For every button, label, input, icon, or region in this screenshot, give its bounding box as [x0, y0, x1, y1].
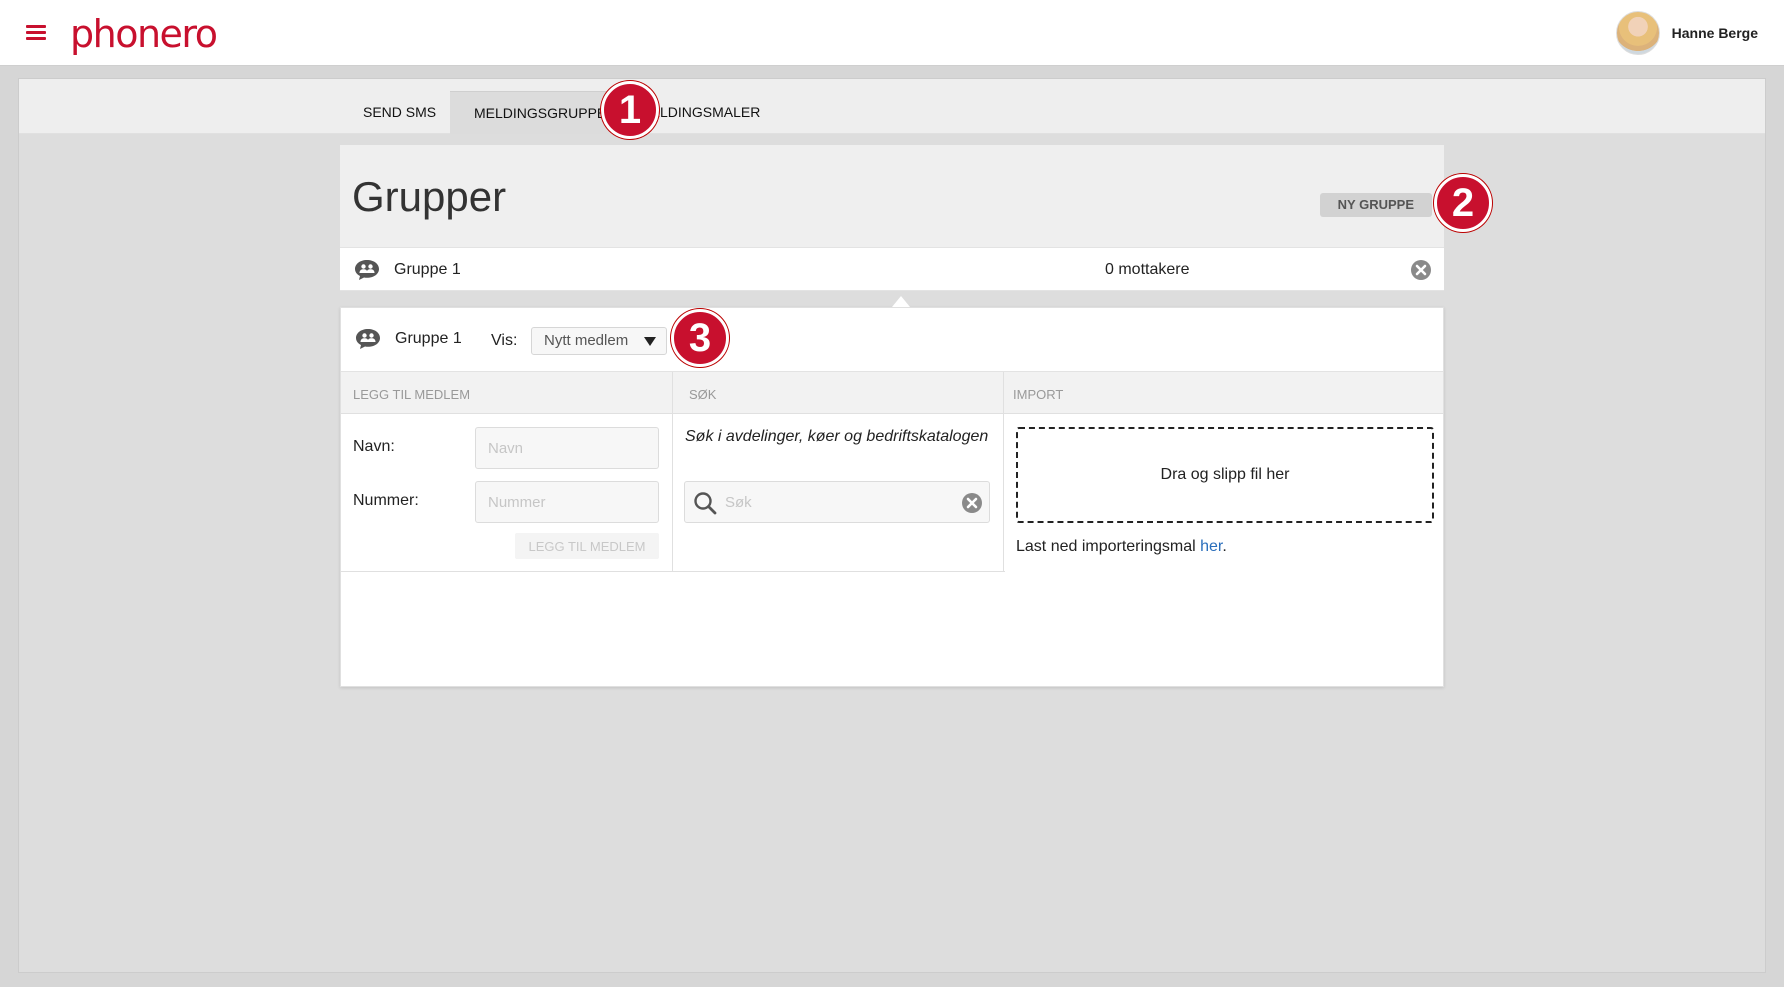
- group-name: Gruppe 1: [394, 261, 461, 278]
- avatar[interactable]: [1615, 11, 1660, 55]
- add-member-button[interactable]: LEGG TIL MEDLEM: [515, 533, 659, 559]
- import-template-note: Last ned importeringsmal her.: [1016, 538, 1227, 556]
- vis-dropdown[interactable]: Nytt medlem: [531, 327, 667, 355]
- column-divider: [1003, 372, 1004, 572]
- name-input[interactable]: [475, 427, 659, 469]
- detail-group-name: Gruppe 1: [395, 330, 462, 347]
- user-menu[interactable]: Hanne Berge: [1615, 10, 1758, 56]
- number-input[interactable]: [475, 481, 659, 523]
- annotation-badge-1: 1: [601, 81, 659, 139]
- tab-send-sms[interactable]: SEND SMS: [339, 91, 460, 134]
- file-dropzone[interactable]: Dra og slipp fil her: [1016, 427, 1434, 523]
- caret-down-icon: [644, 337, 656, 346]
- import-note-suffix: .: [1222, 538, 1227, 555]
- hamburger-menu-icon[interactable]: [26, 25, 46, 41]
- vis-selected-value: Nytt medlem: [544, 332, 629, 349]
- annotation-badge-3: 3: [671, 309, 729, 367]
- sections-header: LEGG TIL MEDLEM SØK IMPORT: [341, 372, 1443, 414]
- tab-bar: SEND SMS MELDINGSGRUPPER MELDINGSMALER: [19, 79, 1765, 134]
- new-group-button[interactable]: NY GRUPPE: [1319, 193, 1432, 217]
- user-name: Hanne Berge: [1671, 25, 1758, 41]
- recipient-count: 0 mottakere: [1105, 261, 1190, 278]
- detail-header: Gruppe 1 Vis: Nytt medlem: [341, 308, 1443, 372]
- columns-bottom-border: [341, 571, 1005, 572]
- close-circle-icon[interactable]: [1410, 259, 1432, 281]
- section-label-import: IMPORT: [1013, 387, 1064, 402]
- top-header: phonero Hanne Berge: [0, 0, 1784, 66]
- group-chat-icon: [355, 260, 379, 280]
- groups-header: Grupper NY GRUPPE: [340, 145, 1444, 247]
- close-circle-icon[interactable]: [961, 492, 983, 514]
- group-detail-panel: Gruppe 1 Vis: Nytt medlem LEGG TIL MEDLE…: [340, 307, 1444, 687]
- import-template-link[interactable]: her: [1200, 538, 1222, 555]
- column-divider: [672, 372, 673, 572]
- section-label-search: SØK: [689, 387, 717, 402]
- search-icon: [694, 492, 717, 515]
- name-label: Navn:: [353, 438, 395, 455]
- search-box[interactable]: [684, 481, 990, 523]
- section-label-add: LEGG TIL MEDLEM: [353, 387, 471, 402]
- search-hint: Søk i avdelinger, køer og bedriftskatalo…: [685, 428, 989, 445]
- panel-pointer: [892, 296, 910, 307]
- number-label: Nummer:: [353, 492, 419, 509]
- phonero-logo[interactable]: phonero: [70, 12, 218, 56]
- import-note-text: Last ned importeringsmal: [1016, 538, 1201, 555]
- group-chat-icon: [356, 329, 380, 349]
- annotation-badge-2: 2: [1434, 174, 1492, 232]
- vis-label: Vis:: [491, 332, 518, 349]
- page-title: Grupper: [352, 173, 507, 220]
- group-row[interactable]: Gruppe 1 0 mottakere: [340, 247, 1444, 291]
- search-input[interactable]: [725, 482, 955, 522]
